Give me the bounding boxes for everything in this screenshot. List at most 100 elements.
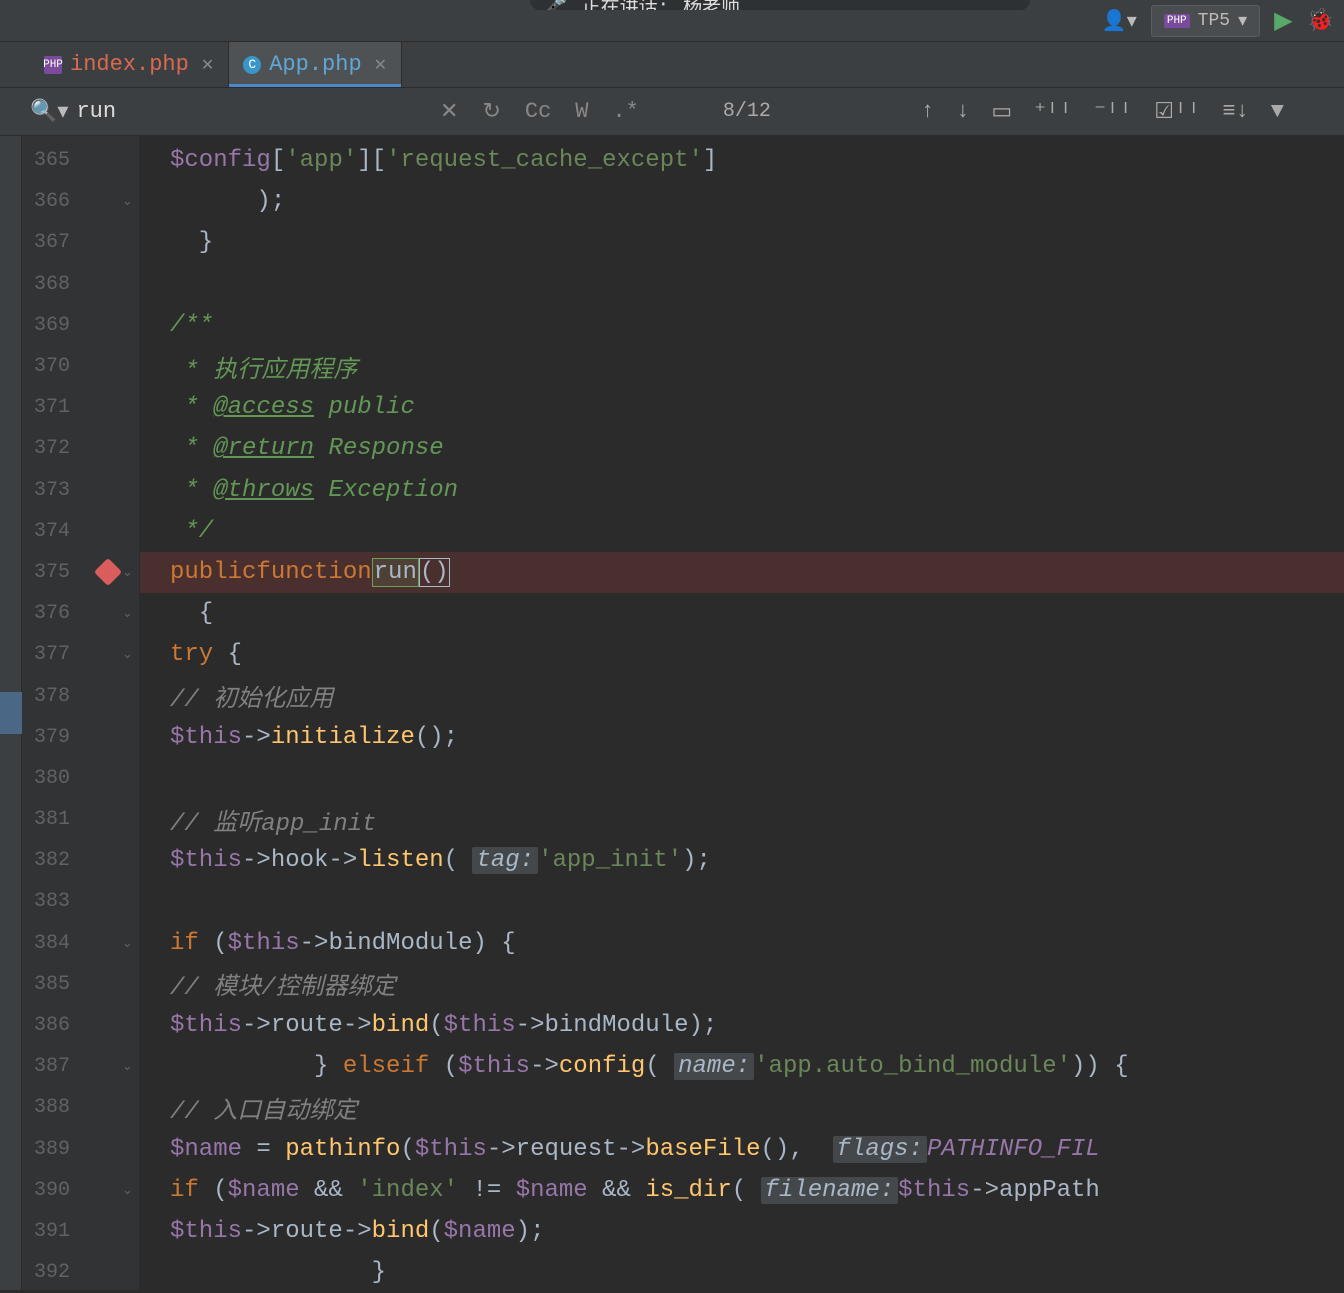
remove-selection-icon[interactable]: ⁻ᴵᴵ — [1094, 99, 1132, 125]
line-number[interactable]: 382 — [22, 840, 139, 881]
history-icon[interactable]: ↻ — [482, 99, 500, 125]
line-number[interactable]: 380 — [22, 758, 139, 799]
user-icon[interactable]: 👤▾ — [1102, 8, 1137, 34]
line-gutter[interactable]: 365366⌄367368369370371372373374375⌄376⌄3… — [22, 136, 140, 1290]
line-number[interactable]: 388 — [22, 1087, 139, 1128]
match-case-toggle[interactable]: Cc — [525, 99, 551, 124]
code-line[interactable]: * @return Response — [140, 428, 1344, 469]
line-number[interactable]: 371 — [22, 387, 139, 428]
lecture-notification: 🎤 正在讲话: 杨老师 — [530, 0, 1030, 10]
code-line[interactable]: public function run() — [140, 552, 1344, 593]
prev-match-button[interactable]: ↑ — [921, 99, 934, 125]
regex-toggle[interactable]: .* — [612, 99, 638, 124]
line-number[interactable]: 377⌄ — [22, 634, 139, 675]
code-line[interactable]: { — [140, 593, 1344, 634]
line-number[interactable]: 390⌄ — [22, 1170, 139, 1211]
line-number[interactable]: 372 — [22, 428, 139, 469]
fold-toggle-icon[interactable]: ⌄ — [122, 606, 133, 621]
code-line[interactable]: if ($this->bindModule) { — [140, 923, 1344, 964]
code-line[interactable]: // 模块/控制器绑定 — [140, 964, 1344, 1005]
fold-toggle-icon[interactable]: ⌄ — [122, 936, 133, 951]
line-number[interactable]: 378 — [22, 675, 139, 716]
code-line[interactable]: try { — [140, 634, 1344, 675]
breakpoint-marker[interactable] — [94, 558, 122, 586]
code-line[interactable]: * 执行应用程序 — [140, 346, 1344, 387]
fold-toggle-icon[interactable]: ⌄ — [122, 565, 133, 580]
line-number[interactable]: 367 — [22, 222, 139, 263]
line-number[interactable]: 384⌄ — [22, 923, 139, 964]
code-line[interactable]: $config['app']['request_cache_except'] — [140, 140, 1344, 181]
select-occurrences-icon[interactable]: ☑ᴵᴵ — [1154, 99, 1200, 125]
code-area[interactable]: $config['app']['request_cache_except'] )… — [140, 136, 1344, 1290]
line-number[interactable]: 373 — [22, 470, 139, 511]
code-line[interactable]: $this->hook->listen( tag: 'app_init'); — [140, 840, 1344, 881]
line-number[interactable]: 379 — [22, 717, 139, 758]
code-line[interactable]: } — [140, 1252, 1344, 1293]
close-search-icon[interactable]: ✕ — [440, 99, 458, 125]
add-selection-icon[interactable]: ⁺ᴵᴵ — [1034, 99, 1072, 125]
line-number[interactable]: 376⌄ — [22, 593, 139, 634]
mic-icon: 🎤 — [544, 0, 568, 10]
run-button[interactable]: ▶ — [1274, 6, 1292, 36]
line-number[interactable]: 368 — [22, 264, 139, 305]
lecture-speaker: 杨老师 — [683, 0, 740, 10]
code-editor: 365366⌄367368369370371372373374375⌄376⌄3… — [0, 136, 1344, 1290]
code-line[interactable]: */ — [140, 511, 1344, 552]
line-number[interactable]: 385 — [22, 964, 139, 1005]
code-line[interactable]: $this->route->bind($name); — [140, 1211, 1344, 1252]
settings-icon[interactable]: ≡↓ — [1222, 99, 1248, 125]
line-number[interactable]: 383 — [22, 881, 139, 922]
line-number[interactable]: 392 — [22, 1252, 139, 1293]
line-number[interactable]: 375⌄ — [22, 552, 139, 593]
tab-app-php[interactable]: C App.php ✕ — [229, 42, 402, 87]
code-line[interactable]: $this->route->bind($this->bindModule); — [140, 1005, 1344, 1046]
code-line[interactable]: ); — [140, 181, 1344, 222]
fold-toggle-icon[interactable]: ⌄ — [122, 1059, 133, 1074]
line-number[interactable]: 387⌄ — [22, 1046, 139, 1087]
words-toggle[interactable]: W — [575, 99, 588, 124]
code-line[interactable]: // 监听app_init — [140, 799, 1344, 840]
search-icon: 🔍▾ — [30, 99, 68, 125]
close-icon[interactable]: ✕ — [374, 55, 387, 75]
code-line[interactable]: // 入口自动绑定 — [140, 1087, 1344, 1128]
line-number[interactable]: 369 — [22, 305, 139, 346]
code-line[interactable]: * @access public — [140, 387, 1344, 428]
code-line[interactable] — [140, 881, 1344, 922]
code-line[interactable]: /** — [140, 305, 1344, 346]
line-number[interactable]: 374 — [22, 511, 139, 552]
editor-margin-marker — [0, 692, 22, 734]
filter-icon[interactable]: ▼ — [1271, 99, 1284, 125]
match-count: 8/12 — [723, 100, 771, 123]
line-number[interactable]: 389 — [22, 1129, 139, 1170]
lecture-label: 正在讲话: — [582, 0, 669, 10]
tool-strip-left[interactable] — [0, 136, 22, 1290]
debug-button[interactable]: 🐞 — [1307, 8, 1334, 34]
line-number[interactable]: 370 — [22, 346, 139, 387]
fold-toggle-icon[interactable]: ⌄ — [122, 194, 133, 209]
line-number[interactable]: 365 — [22, 140, 139, 181]
code-line[interactable]: } elseif ($this->config( name: 'app.auto… — [140, 1046, 1344, 1087]
find-bar: 🔍▾ ✕ ↻ Cc W .* 8/12 ↑ ↓ ▭ ⁺ᴵᴵ ⁻ᴵᴵ ☑ᴵᴵ ≡↓… — [0, 88, 1344, 136]
editor-tabs: PHP index.php ✕ C App.php ✕ — [0, 42, 1344, 88]
run-configuration-selector[interactable]: PHP TP5 ▾ — [1151, 5, 1260, 37]
code-line[interactable]: } — [140, 222, 1344, 263]
php-file-icon: PHP — [44, 56, 62, 74]
fold-toggle-icon[interactable]: ⌄ — [122, 647, 133, 662]
fold-toggle-icon[interactable]: ⌄ — [122, 1183, 133, 1198]
line-number[interactable]: 381 — [22, 799, 139, 840]
select-all-icon[interactable]: ▭ — [991, 99, 1012, 125]
code-line[interactable]: $name = pathinfo($this->request->baseFil… — [140, 1129, 1344, 1170]
close-icon[interactable]: ✕ — [201, 55, 214, 75]
tab-index-php[interactable]: PHP index.php ✕ — [30, 42, 229, 87]
code-line[interactable] — [140, 264, 1344, 305]
search-input[interactable] — [76, 99, 376, 124]
code-line[interactable]: if ($name && 'index' != $name && is_dir(… — [140, 1170, 1344, 1211]
line-number[interactable]: 386 — [22, 1005, 139, 1046]
line-number[interactable]: 391 — [22, 1211, 139, 1252]
code-line[interactable]: * @throws Exception — [140, 470, 1344, 511]
line-number[interactable]: 366⌄ — [22, 181, 139, 222]
code-line[interactable] — [140, 758, 1344, 799]
next-match-button[interactable]: ↓ — [956, 99, 969, 125]
code-line[interactable]: // 初始化应用 — [140, 675, 1344, 716]
code-line[interactable]: $this->initialize(); — [140, 717, 1344, 758]
